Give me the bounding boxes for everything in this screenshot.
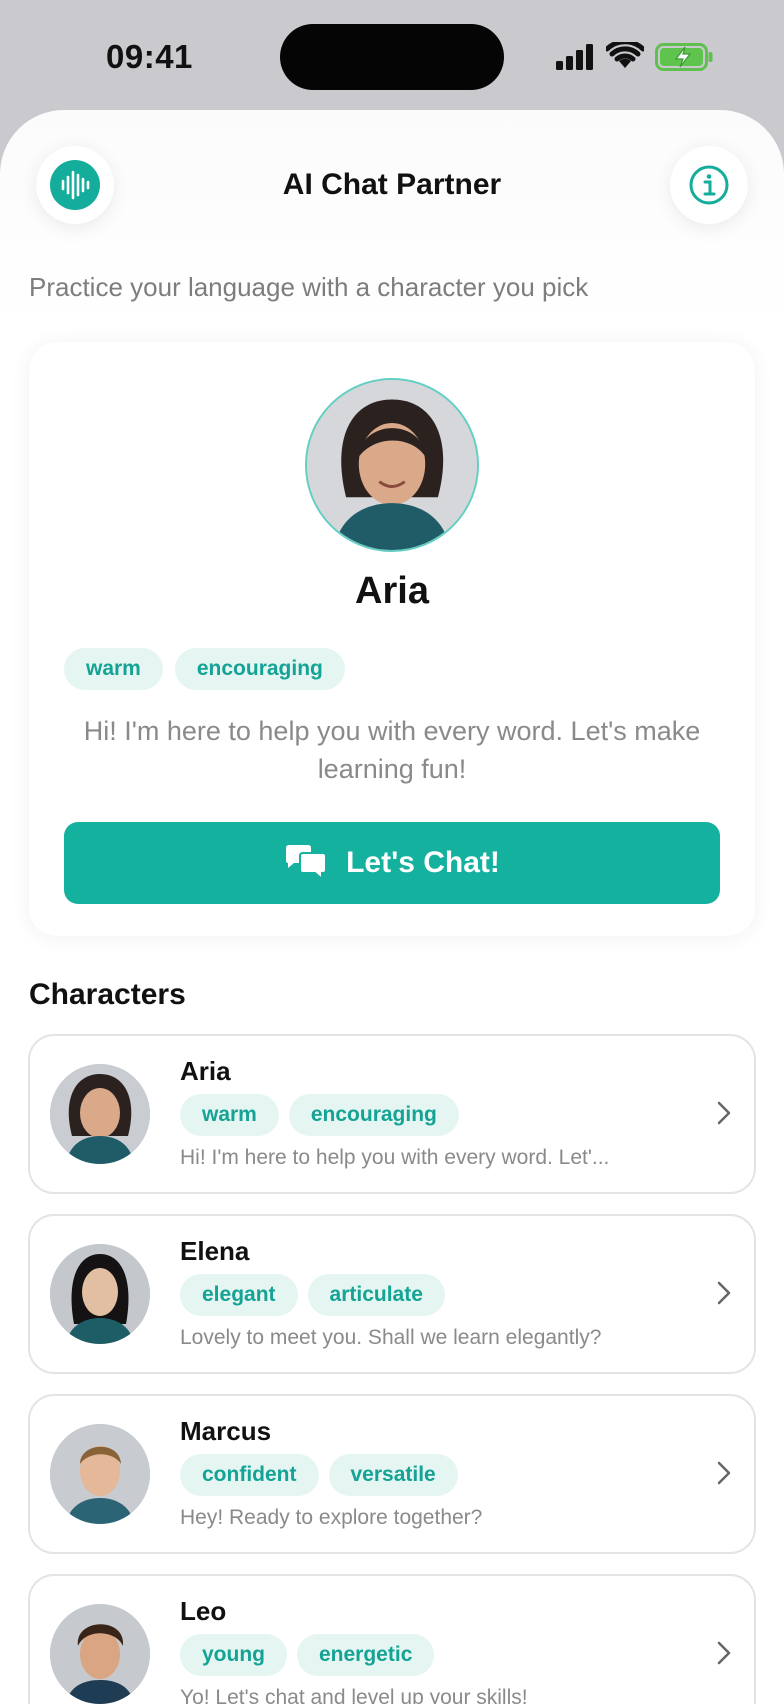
tag: confident xyxy=(180,1454,319,1496)
wifi-icon xyxy=(606,42,644,68)
chat-bubbles-icon xyxy=(286,845,328,882)
info-icon xyxy=(689,165,729,205)
chevron-right-icon xyxy=(717,1641,731,1665)
lets-chat-label: Let's Chat! xyxy=(346,846,500,879)
battery-charging-icon xyxy=(655,43,713,71)
tag: warm xyxy=(64,648,163,690)
character-tags: young energetic xyxy=(180,1634,435,1676)
character-name: Marcus xyxy=(180,1416,272,1446)
tag: elegant xyxy=(180,1274,298,1316)
featured-avatar xyxy=(305,378,479,552)
cellular-signal-icon xyxy=(556,44,593,70)
dynamic-island xyxy=(280,24,504,90)
character-greeting: Hey! Ready to explore together? xyxy=(180,1506,483,1529)
character-greeting: Lovely to meet you. Shall we learn elega… xyxy=(180,1326,602,1349)
avatar xyxy=(50,1064,150,1164)
avatar xyxy=(50,1244,150,1344)
app-header: AI Chat Partner xyxy=(0,110,784,260)
character-greeting: Hi! I'm here to help you with every word… xyxy=(180,1146,610,1169)
status-bar: 09:41 xyxy=(0,0,784,110)
tag: encouraging xyxy=(288,1094,459,1136)
character-card-elena[interactable]: Elena elegant articulate Lovely to meet … xyxy=(28,1214,756,1374)
featured-tags: warm encouraging xyxy=(64,648,345,690)
character-tags: elegant articulate xyxy=(180,1274,445,1316)
character-greeting: Yo! Let's chat and level up your skills! xyxy=(180,1686,528,1704)
character-name: Elena xyxy=(180,1236,250,1266)
info-button[interactable] xyxy=(670,146,748,224)
character-tags: confident versatile xyxy=(180,1454,458,1496)
section-title-characters: Characters xyxy=(29,978,186,1011)
character-name: Leo xyxy=(180,1596,227,1626)
status-time: 09:41 xyxy=(106,38,193,75)
avatar xyxy=(50,1424,150,1524)
character-tags: warm encouraging xyxy=(180,1094,459,1136)
character-card-marcus[interactable]: Marcus confident versatile Hey! Ready to… xyxy=(28,1394,756,1554)
app-title: AI Chat Partner xyxy=(282,168,502,201)
avatar-portrait xyxy=(307,380,477,550)
chevron-right-icon xyxy=(717,1461,731,1485)
featured-greeting: Hi! I'm here to help you with every word… xyxy=(83,716,701,784)
chevron-right-icon xyxy=(717,1281,731,1305)
featured-name: Aria xyxy=(355,570,429,612)
featured-character-card: Aria warm encouraging Hi! I'm here to he… xyxy=(29,342,755,936)
lets-chat-button[interactable]: Let's Chat! xyxy=(64,822,720,904)
tag: energetic xyxy=(297,1634,435,1676)
tag: warm xyxy=(180,1094,279,1136)
character-name: Aria xyxy=(180,1056,231,1086)
avatar xyxy=(50,1604,150,1704)
chevron-right-icon xyxy=(717,1101,731,1125)
main-sheet: AI Chat Partner Practice your language w… xyxy=(0,110,784,1704)
character-card-leo[interactable]: Leo young energetic Yo! Let's chat and l… xyxy=(28,1574,756,1704)
tag: versatile xyxy=(328,1454,458,1496)
tag: young xyxy=(180,1634,287,1676)
tag: encouraging xyxy=(174,648,345,690)
character-card-aria[interactable]: Aria warm encouraging Hi! I'm here to he… xyxy=(28,1034,756,1194)
page-subtitle: Practice your language with a character … xyxy=(29,272,589,302)
tag: articulate xyxy=(307,1274,445,1316)
